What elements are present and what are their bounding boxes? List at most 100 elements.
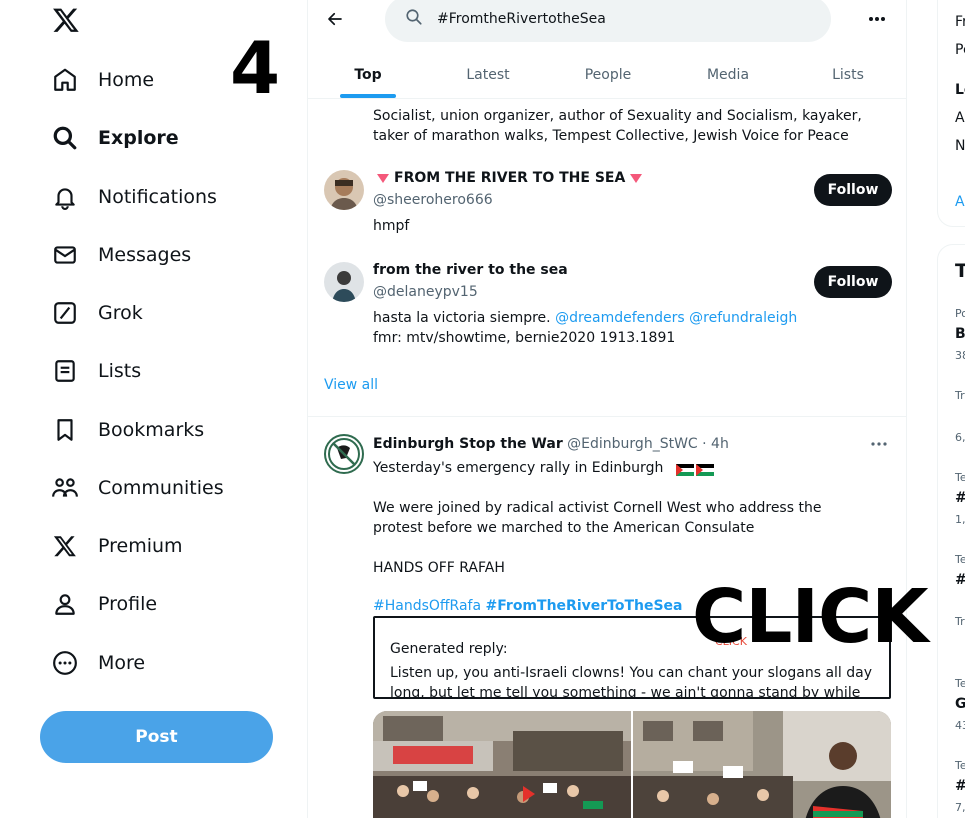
search-input[interactable] [437,11,797,27]
tab-people[interactable]: People [548,52,668,98]
main-column: Top Latest People Media Lists Socialist,… [307,0,907,818]
user-bio: Socialist, union organizer, author of Se… [373,108,862,144]
tweet-timestamp[interactable]: · 4h [702,436,729,452]
trend-name[interactable]: Bi [955,326,965,342]
red-triangle-icon [630,173,643,183]
tweet-media[interactable] [373,711,891,818]
trend-name[interactable]: G [955,696,965,712]
trend-name[interactable]: #0 [955,490,965,506]
nav-messages[interactable]: Messages [50,235,191,275]
avatar[interactable] [324,262,364,302]
tweet-paragraph: We were joined by radical activist Corne… [373,500,822,536]
search-header: Top Latest People Media Lists [308,0,906,99]
nav-communities[interactable]: Communities [50,468,224,508]
hashtag-link[interactable]: #FromTheRiverToTheSea [486,598,683,614]
trend-count: 7, [955,801,965,814]
nav-more[interactable]: More [50,643,145,683]
user-cell[interactable]: FROM THE RIVER TO THE SEA @sheerohero666… [324,170,892,234]
click-overlay-label: CLICK [692,574,929,660]
tab-media[interactable]: Media [668,52,788,98]
divider [308,416,906,417]
user-icon [50,589,80,619]
back-arrow-icon[interactable] [322,6,348,32]
left-navigation: Home Explore Notifications Messages Grok… [0,0,307,818]
tweet-author-handle[interactable]: @Edinburgh_StWC [567,436,698,452]
nav-bookmarks[interactable]: Bookmarks [50,410,204,450]
tab-top[interactable]: Top [308,52,428,98]
nav-home[interactable]: Home [50,60,154,100]
nav-home-label: Home [98,69,155,91]
nav-lists[interactable]: Lists [50,351,141,391]
search-icon [50,123,80,153]
hashtag-link[interactable]: #HandsOffRafa [373,598,481,614]
step-number-overlay: 4 [230,26,281,110]
nav-notifications-label: Notifications [98,186,217,208]
tweet-header: Edinburgh Stop the War @Edinburgh_StWC ·… [373,436,729,452]
nav-profile-label: Profile [98,593,158,615]
sidebar-text: A [955,110,965,126]
view-all-link[interactable]: View all [324,377,378,393]
avatar[interactable] [324,434,364,474]
home-icon [50,65,80,95]
tweet-photo[interactable] [373,711,631,818]
user-handle: @delaneypv15 [373,284,478,300]
people-icon [50,473,80,503]
nav-premium[interactable]: Premium [50,526,183,566]
user-name[interactable]: from the river to the sea [373,262,568,278]
mention-link[interactable]: @refundraleigh [689,310,797,326]
nav-messages-label: Messages [98,244,192,266]
palestine-flag-icon [675,462,694,476]
red-triangle-icon [377,173,389,183]
search-bar[interactable] [385,0,831,42]
search-tabs: Top Latest People Media Lists [308,52,906,98]
bio-text: hasta la victoria siempre. [373,310,556,326]
envelope-icon [50,240,80,270]
nav-grok[interactable]: Grok [50,293,143,333]
nav-more-label: More [98,652,146,674]
trend-count: 6, [955,431,965,444]
list-icon [50,356,80,386]
tweet-author-name[interactable]: Edinburgh Stop the War [373,436,563,452]
follow-button[interactable]: Follow [814,266,892,298]
nav-explore[interactable]: Explore [50,118,179,158]
grok-icon [50,298,80,328]
user-cell[interactable]: from the river to the sea @delaneypv15 h… [324,262,892,352]
trend-count: 43 [955,719,965,732]
trend-category: Po [955,307,965,320]
mention-link[interactable]: @dreamdefenders [555,310,685,326]
user-name[interactable]: FROM THE RIVER TO THE SEA [373,170,647,186]
right-sidebar: Fr Pe Lo A N Ad T Po Bi 38 Tr 6, Te #0 1… [907,0,965,818]
tweet-line: Yesterday's emergency rally in Edinburgh [373,460,664,476]
post-button[interactable]: Post [40,711,273,763]
trend-name[interactable]: #I [955,572,965,588]
generated-reply-text: Listen up, you anti-Israeli clowns! You … [390,665,873,699]
nav-profile[interactable]: Profile [50,584,157,624]
tweet-more-icon[interactable] [866,434,892,454]
search-icon [405,8,423,31]
sidebar-text: Fr [955,14,965,30]
nav-explore-label: Explore [98,127,179,149]
nav-bookmarks-label: Bookmarks [98,419,205,441]
trend-name[interactable]: #/ [955,778,965,794]
user-bio: hasta la victoria siempre. @dreamdefende… [373,308,813,348]
user-handle: @sheerohero666 [373,192,493,208]
trend-count: 38 [955,349,965,362]
user-name-text: FROM THE RIVER TO THE SEA [394,170,626,186]
tab-lists[interactable]: Lists [788,52,906,98]
trend-category: Te [955,759,965,772]
tab-latest[interactable]: Latest [428,52,548,98]
user-bio: hmpf [373,218,410,234]
tweet-photo[interactable] [633,711,891,818]
nav-lists-label: Lists [98,360,142,382]
bio-text: fmr: mtv/showtime, bernie2020 1913.1891 [373,330,676,346]
x-logo-icon[interactable] [52,6,80,34]
nav-grok-label: Grok [98,302,143,324]
avatar[interactable] [324,170,364,210]
more-options-icon[interactable] [864,6,890,32]
nav-notifications[interactable]: Notifications [50,177,217,217]
bell-icon [50,182,80,212]
follow-button[interactable]: Follow [814,174,892,206]
nav-communities-label: Communities [98,477,224,499]
sidebar-text: N [955,138,965,154]
sidebar-link[interactable]: Ad [955,194,965,210]
